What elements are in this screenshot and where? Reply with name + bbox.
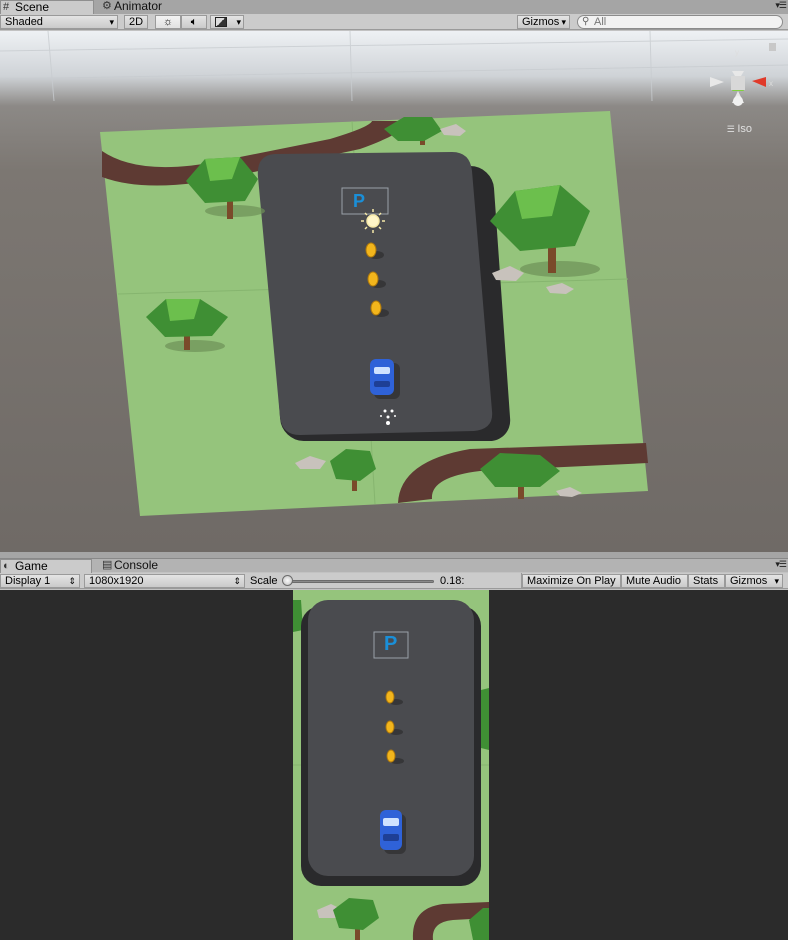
- updown-icon: ⇕: [68, 576, 76, 586]
- tab-scene[interactable]: # Scene: [0, 0, 94, 14]
- stats-label: Stats: [693, 575, 719, 587]
- scene-viewport[interactable]: x y P Iso: [0, 31, 788, 552]
- panel-divider[interactable]: [0, 552, 788, 558]
- tab-console-label: Console: [114, 558, 159, 572]
- tab-game[interactable]: ◐ Game: [0, 559, 92, 573]
- scale-value: 0.18:: [440, 575, 465, 587]
- resolution-label: 1080x1920: [89, 575, 144, 587]
- shading-mode-label: Shaded: [5, 16, 43, 28]
- mute-audio-label: Mute Audio: [626, 575, 682, 587]
- game-toolbar: Display 1 ⇕ 1080x1920 ⇕ Scale 0.18: Maxi…: [0, 573, 788, 589]
- tab-console[interactable]: ▤ Console: [100, 559, 190, 573]
- gizmos-label: Gizmos: [730, 575, 768, 587]
- animator-icon: ⚙: [102, 0, 112, 12]
- orientation-gizmo: x y: [710, 48, 773, 106]
- lock-icon: [769, 43, 776, 51]
- parking-sign: P: [384, 633, 398, 655]
- tab-animator[interactable]: ⚙ Animator: [100, 0, 190, 14]
- tab-game-label: Game: [15, 559, 48, 573]
- search-placeholder: All: [594, 16, 607, 28]
- image-icon: [215, 17, 227, 28]
- car: [370, 359, 400, 399]
- shading-mode-dropdown[interactable]: Shaded: [0, 15, 118, 29]
- maximize-on-play-label: Maximize On Play: [527, 575, 616, 587]
- chevron-down-icon: ▾: [236, 17, 241, 27]
- game-viewport[interactable]: P: [0, 590, 788, 940]
- game-icon: ◐: [3, 560, 10, 572]
- 2d-toggle[interactable]: 2D: [124, 15, 148, 29]
- svg-text:y: y: [735, 48, 739, 57]
- display-label: Display 1: [5, 575, 51, 587]
- panel-menu-icon[interactable]: ▾☰: [775, 0, 787, 11]
- svg-text:x: x: [769, 79, 773, 88]
- scale-slider-handle[interactable]: [282, 575, 293, 586]
- search-icon: ⚲: [582, 16, 590, 27]
- gizmos-dropdown[interactable]: Gizmos: [517, 15, 570, 29]
- gizmos-dropdown[interactable]: Gizmos: [725, 574, 783, 588]
- tab-scene-label: Scene: [15, 0, 50, 14]
- display-dropdown[interactable]: Display 1 ⇕: [0, 574, 80, 588]
- tree: [481, 688, 489, 750]
- projection-toggle[interactable]: Iso: [727, 123, 752, 135]
- scale-label: Scale: [250, 575, 278, 587]
- scene-grid: [0, 31, 788, 102]
- gizmos-label: Gizmos: [522, 16, 560, 28]
- scene-render: x y: [0, 31, 788, 516]
- mute-audio-toggle[interactable]: Mute Audio: [621, 574, 688, 588]
- stats-toggle[interactable]: Stats: [688, 574, 725, 588]
- console-icon: ▤: [102, 559, 113, 571]
- scene-tab-bar: # Scene ⚙ Animator ▾☰: [0, 0, 788, 14]
- scale-slider-track[interactable]: [286, 580, 434, 583]
- car: [380, 810, 406, 854]
- audio-toggle[interactable]: 🔈︎: [181, 15, 207, 29]
- lighting-toggle[interactable]: ☼: [155, 15, 181, 29]
- maximize-on-play-toggle[interactable]: Maximize On Play: [522, 574, 621, 588]
- parking-sign: P: [353, 191, 366, 211]
- grid-icon: #: [3, 1, 10, 13]
- effects-dropdown[interactable]: ▾: [210, 15, 244, 29]
- search-input[interactable]: ⚲ All: [577, 15, 783, 29]
- resolution-dropdown[interactable]: 1080x1920 ⇕: [84, 574, 245, 588]
- tab-animator-label: Animator: [114, 0, 163, 13]
- sun-icon: ☼: [162, 16, 174, 28]
- scene-toolbar: Shaded 2D ☼ 🔈︎ ▾ Gizmos ⚲ All: [0, 14, 788, 30]
- updown-icon: ⇕: [233, 576, 241, 586]
- speaker-icon: 🔈︎: [190, 16, 198, 28]
- game-tab-bar: ◐ Game ▤ Console ▾☰: [0, 558, 788, 573]
- 2d-toggle-label: 2D: [129, 16, 144, 28]
- panel-menu-icon[interactable]: ▾☰: [775, 559, 787, 570]
